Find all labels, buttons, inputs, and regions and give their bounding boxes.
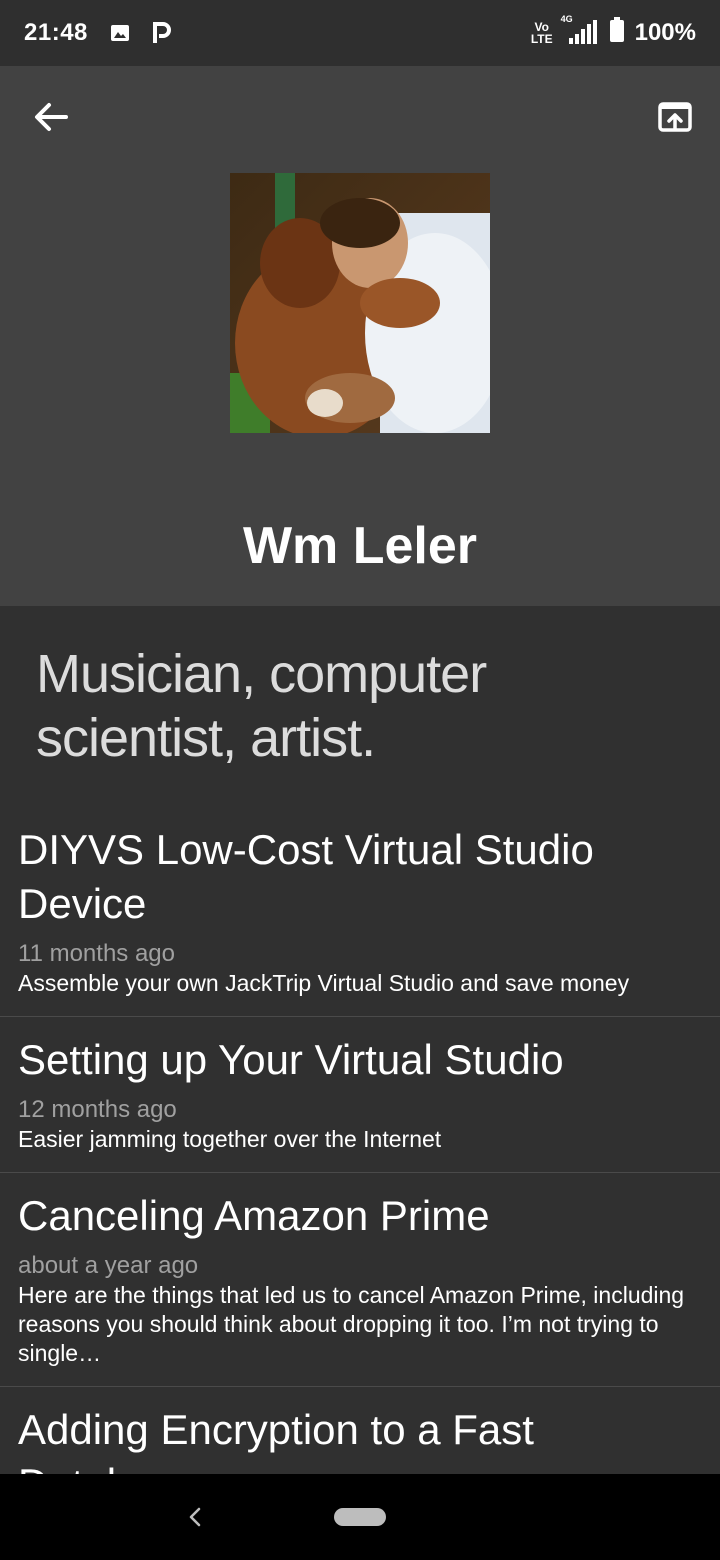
parking-icon [152,21,172,45]
profile-name: Wm Leler [242,517,478,575]
status-time: 21:48 [24,19,88,46]
post-title: Setting up Your Virtual Studio [18,1036,564,1083]
volte-bottom: LTE [530,32,553,46]
volte-icon: Vo LTE [531,21,553,45]
screen: 21:48 Vo LTE 4G 100% Wm Leler Musician, … [0,0,720,1560]
post-date: about a year ago [18,1252,199,1279]
avatar [230,173,490,433]
nav-back-button[interactable] [180,1502,210,1532]
post-item[interactable]: Canceling Amazon Prime about a year ago … [0,1173,720,1387]
network-type: 4G [560,14,573,24]
post-excerpt: Here are the things that led us to cance… [18,1282,685,1366]
profile-bio: Musician, computer scientist, artist. [36,644,487,768]
post-title: DIYVS Low-Cost Virtual Studio Device [18,826,594,927]
post-list: DIYVS Low-Cost Virtual Studio Device 11 … [0,815,720,1529]
open-in-browser-button[interactable] [650,92,700,142]
back-button[interactable] [26,92,76,142]
post-excerpt: Assemble your own JackTrip Virtual Studi… [18,970,630,996]
post-excerpt: Easier jamming together over the Interne… [18,1126,442,1152]
battery-percent: 100% [634,19,696,46]
post-item[interactable]: Setting up Your Virtual Studio 12 months… [0,1017,720,1173]
post-date: 12 months ago [18,1096,177,1123]
chevron-left-icon [189,1507,201,1527]
signal-icon: 4G [561,14,599,46]
arrow-left-icon [35,103,68,131]
status-right: Vo LTE 4G 100% [531,14,696,50]
open-in-browser-icon [658,102,692,132]
nav-home-pill[interactable] [334,1508,386,1526]
post-title: Canceling Amazon Prime [18,1192,490,1239]
battery-icon [609,16,625,50]
image-icon [110,24,130,42]
status-bar: 21:48 Vo LTE 4G 100% [0,0,720,66]
post-date: 11 months ago [18,940,175,967]
profile-header: Wm Leler [0,66,720,606]
navigation-bar [0,1474,720,1560]
post-item[interactable]: DIYVS Low-Cost Virtual Studio Device 11 … [0,815,720,1017]
